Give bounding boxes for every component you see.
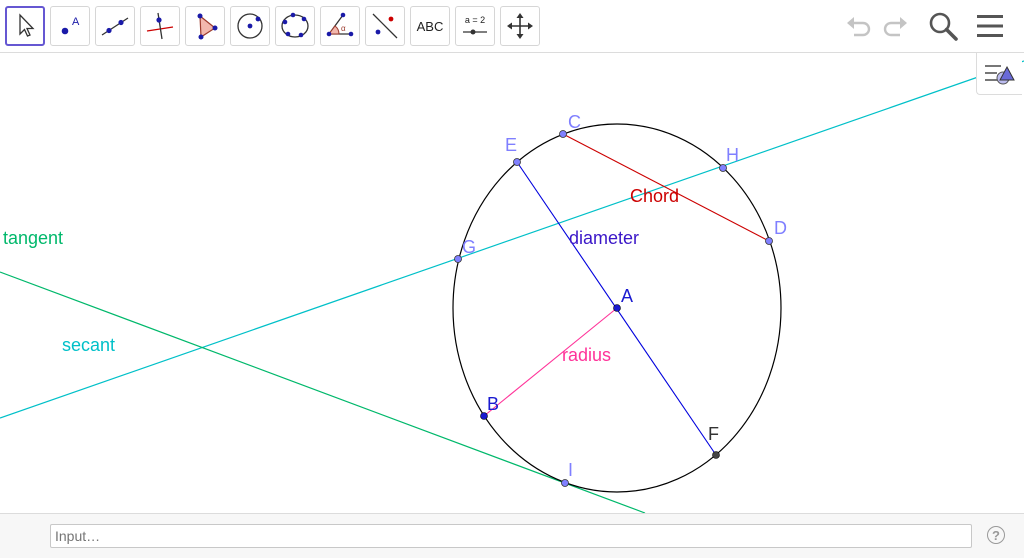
main-menu-button[interactable] <box>972 8 1008 44</box>
line-icon <box>101 17 129 36</box>
point-g-label: G <box>462 237 476 257</box>
point-c[interactable] <box>559 130 567 138</box>
point-g[interactable] <box>454 255 462 263</box>
slider-tool[interactable]: a = 2 <box>455 6 495 46</box>
point-icon: A <box>61 16 80 35</box>
chord-label: Chord <box>630 186 679 206</box>
point-i-label: I <box>568 460 573 480</box>
conic-five-points-tool[interactable] <box>275 6 315 46</box>
redo-icon <box>883 17 907 37</box>
point-b-label: B <box>487 394 499 414</box>
text-tool-label: ABC <box>416 18 444 34</box>
hamburger-menu-icon <box>977 15 1003 37</box>
tangent-line[interactable] <box>0 271 646 513</box>
point-a-label: A <box>621 286 633 306</box>
polygon-icon <box>197 13 218 40</box>
point-d-label: D <box>774 218 787 238</box>
circle-center-icon <box>237 13 263 39</box>
help-icon: ? <box>992 527 1000 543</box>
algebra-view-toggle[interactable] <box>976 53 1022 95</box>
move-graphics-view-tool[interactable] <box>500 6 540 46</box>
algebra-input[interactable] <box>50 524 972 548</box>
move-arrows-icon <box>507 13 533 39</box>
point-i[interactable] <box>561 479 569 487</box>
conic-five-points-icon <box>281 12 309 38</box>
angle-icon: α <box>326 12 354 37</box>
point-h[interactable] <box>719 164 727 172</box>
point-a[interactable] <box>613 304 621 312</box>
redo-button[interactable] <box>877 8 913 44</box>
secant-label: secant <box>62 335 115 355</box>
perpendicular-tool[interactable] <box>140 6 180 46</box>
point-tool-label: A <box>72 16 80 28</box>
reflect-about-line-icon <box>372 13 398 39</box>
point-c-label: C <box>568 112 581 132</box>
text-tool[interactable]: ABC <box>410 6 450 46</box>
diameter-label: diameter <box>569 228 639 248</box>
perpendicular-line-icon <box>146 12 174 40</box>
search-icon <box>929 12 958 41</box>
radius-label: radius <box>562 345 611 365</box>
point-f-label: F <box>708 424 719 444</box>
point-tool[interactable]: A <box>50 6 90 46</box>
toolbar: A α ABC a = 2 <box>0 0 1024 53</box>
point-e[interactable] <box>513 158 521 166</box>
reflect-tool[interactable] <box>365 6 405 46</box>
graphics-view[interactable]: A B C D E F G H I tangent secant Chord d… <box>0 54 1024 513</box>
tangent-label: tangent <box>3 228 63 248</box>
cursor-arrow-icon <box>19 13 35 37</box>
move-tool[interactable] <box>5 6 45 46</box>
point-d[interactable] <box>765 237 773 245</box>
polygon-tool[interactable] <box>185 6 225 46</box>
slider-tool-label: a = 2 <box>465 15 485 25</box>
point-h-label: H <box>726 145 739 165</box>
point-f[interactable] <box>712 451 720 459</box>
line-tool[interactable] <box>95 6 135 46</box>
circle-center-point-tool[interactable] <box>230 6 270 46</box>
slider-icon: a = 2 <box>463 15 487 35</box>
undo-button[interactable] <box>841 8 877 44</box>
search-button[interactable] <box>925 8 961 44</box>
input-bar: ? <box>0 513 1024 558</box>
angle-tool[interactable]: α <box>320 6 360 46</box>
help-button[interactable]: ? <box>987 526 1005 544</box>
algebra-view-toggle-icon <box>984 64 1015 84</box>
angle-tool-label: α <box>341 24 346 33</box>
geometry-canvas[interactable]: A B C D E F G H I tangent secant Chord d… <box>0 54 1024 513</box>
point-e-label: E <box>505 135 517 155</box>
secant-line[interactable] <box>0 60 1024 419</box>
undo-icon <box>847 17 871 37</box>
